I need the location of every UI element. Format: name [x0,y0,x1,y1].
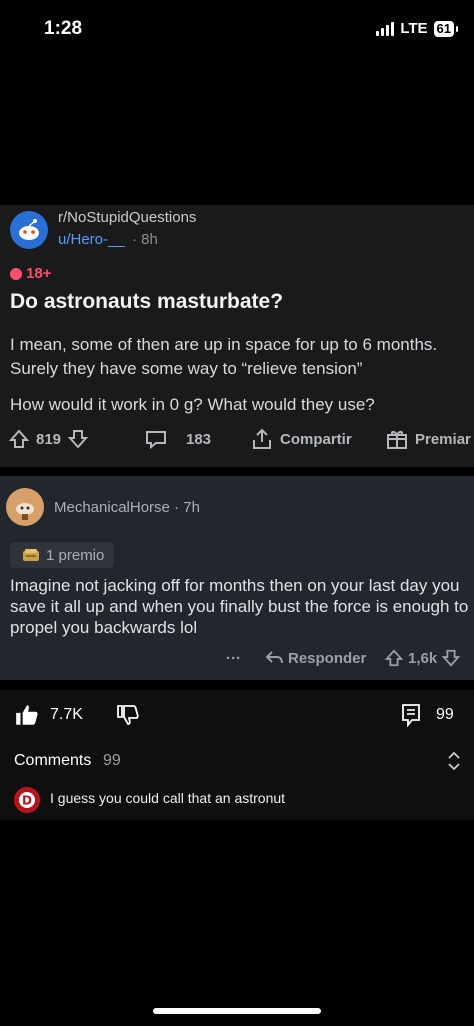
post-time: · 8h [132,231,158,248]
reply-icon [265,651,283,664]
comment-award-badge[interactable]: 1 premio [10,542,114,568]
upvote-icon[interactable] [8,428,30,450]
snoo-icon [19,219,39,240]
vote-group: 819 [8,426,89,452]
comment-vote-count: 1,6k [408,649,438,667]
comment-author-line: MechanicalHorse · 7h [54,499,200,516]
post-comment-count: 183 [186,430,212,448]
comments-shortcut[interactable]: 99 [400,700,454,730]
comments-right-count: 99 [436,706,454,723]
award-label: Premiar [415,430,471,448]
award-count: 1 premio [46,546,105,564]
post-body-paragraph-1: I mean, some of then are up in space for… [10,335,438,378]
status-indicators: LTE 61 [376,20,459,37]
comment-upvote-icon[interactable] [384,648,404,668]
thumbs-up-icon[interactable] [14,702,40,728]
post-action-bar: 819 183 Compartir Premiar [8,426,474,452]
commenter-avatar[interactable] [6,488,44,526]
comment-time: · 7h [174,499,200,516]
reply-button[interactable]: Responder [264,646,366,670]
expand-toggle-icon[interactable] [446,750,462,772]
top-comment-avatar[interactable]: D [14,787,40,813]
share-icon [253,428,271,449]
downvote-icon[interactable] [67,428,89,450]
like-count: 7.7K [50,706,83,723]
post-body-paragraph-2: How would it work in 0 g? What would the… [10,395,375,414]
reply-label: Responder [288,649,367,667]
comment-action-bar: ··· Responder 1,6k [224,646,474,670]
svg-text:D: D [22,794,32,808]
comment-box-icon [402,704,420,727]
post-title[interactable]: Do astronauts masturbate? [10,290,283,314]
top-comment-text[interactable]: I guess you could call that an astronut [50,790,285,806]
comment-icon [146,431,166,450]
nsfw-icon [10,267,22,280]
thumbs-down-icon [117,705,139,725]
avatar-logo-icon: D [15,788,39,812]
comment-body: Imagine not jacking off for months then … [10,576,469,637]
award-button[interactable]: Premiar [385,426,471,452]
snoo-avatar-icon [16,503,34,520]
comment-downvote-icon[interactable] [441,648,461,668]
battery-icon: 61 [433,20,459,37]
comment-author[interactable]: MechanicalHorse [54,499,170,516]
home-indicator[interactable] [153,1008,321,1014]
comments-header-count: 99 [103,752,121,769]
share-label: Compartir [280,430,352,448]
dislike-button[interactable] [116,700,140,730]
post-author[interactable]: u/Hero-__ [58,231,125,248]
signal-icon [376,21,395,36]
comment-vote-group: 1,6k [384,646,461,670]
award-icon [23,549,39,561]
more-options-button[interactable]: ··· [226,646,241,670]
subreddit-name[interactable]: r/NoStupidQuestions [58,209,196,226]
network-type: LTE [400,20,428,37]
comments-button[interactable]: 183 [144,426,211,452]
comments-header-label[interactable]: Comments [14,752,91,770]
post-vote-count: 819 [36,430,62,448]
nsfw-label: 18+ [26,265,52,282]
status-time: 1:28 [44,18,83,39]
share-button[interactable]: Compartir [250,426,352,452]
nsfw-badge: 18+ [10,265,51,282]
subreddit-avatar[interactable] [10,211,48,249]
gift-icon [387,431,407,449]
like-group: 7.7K [14,700,83,730]
